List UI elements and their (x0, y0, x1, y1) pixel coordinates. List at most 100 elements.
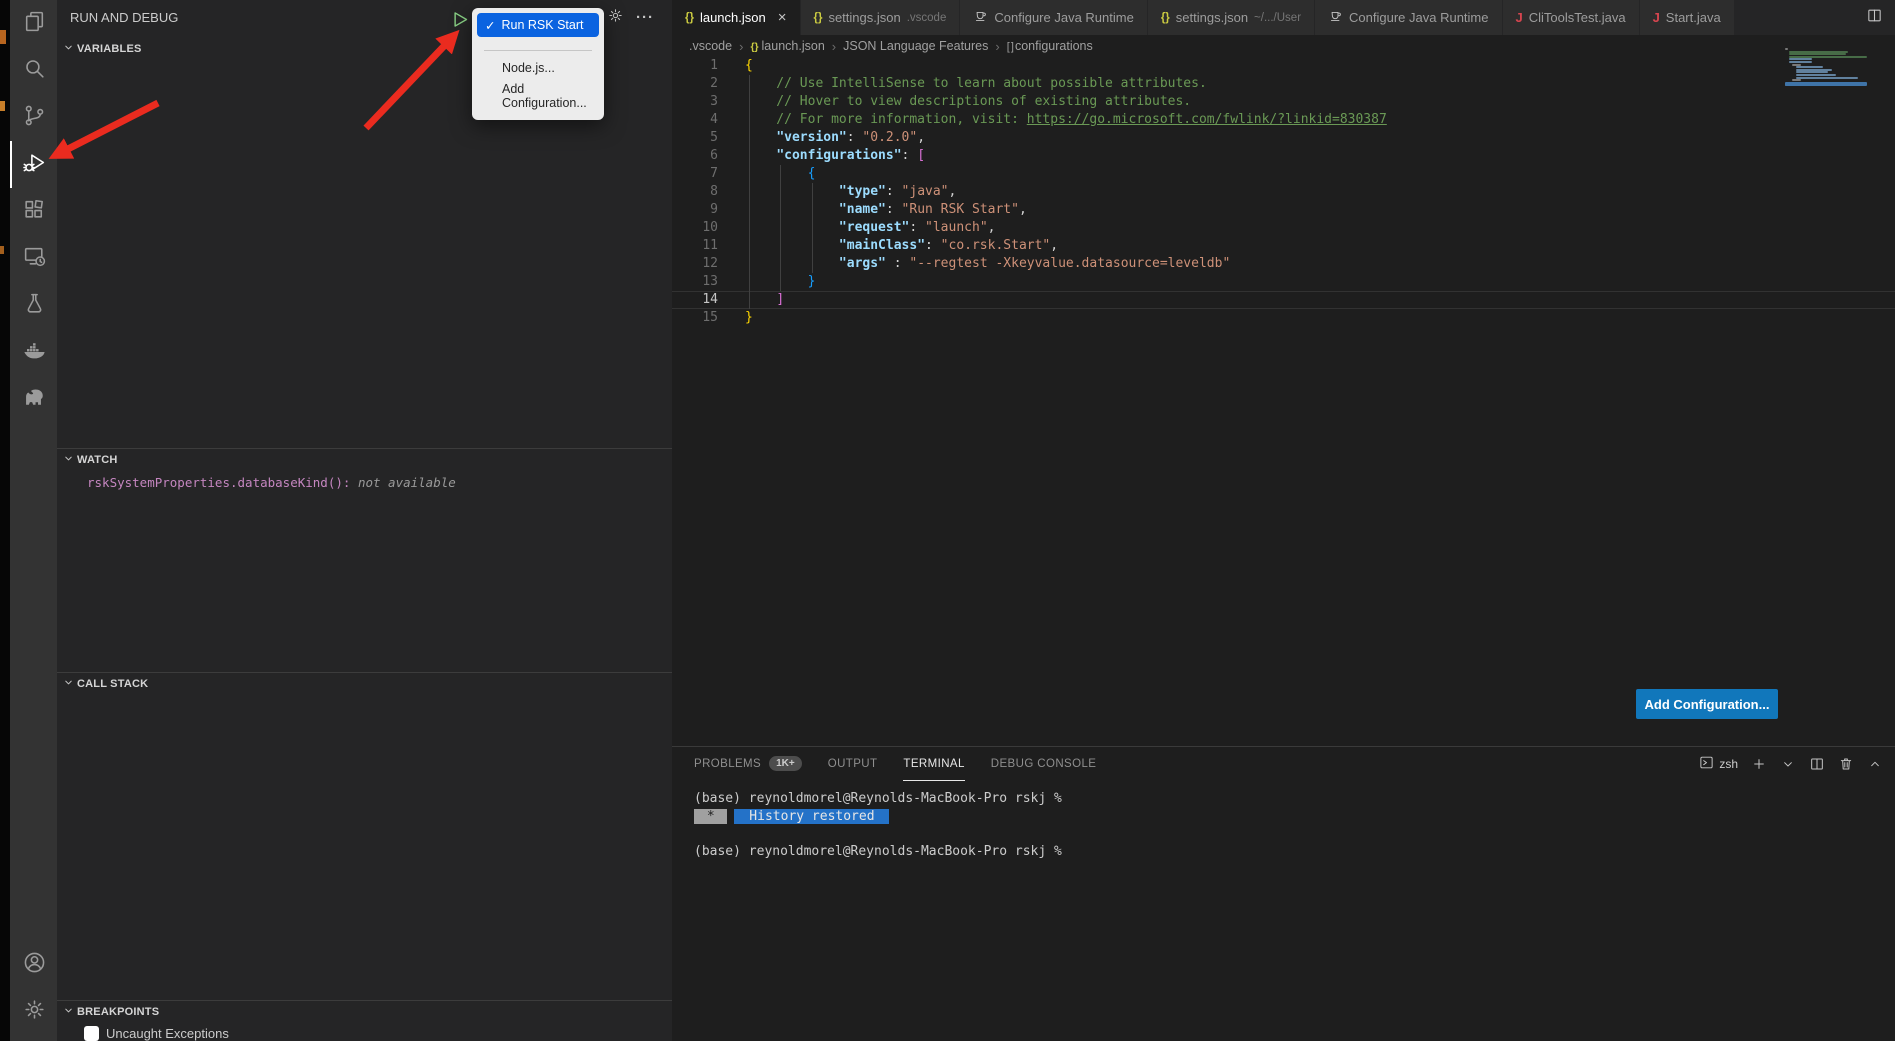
tab-label: Configure Java Runtime (1349, 10, 1488, 25)
java-file-icon: J (1516, 10, 1523, 25)
editor-actions (1866, 0, 1895, 35)
editor-tab-configure-java-runtime[interactable]: Configure Java Runtime (1315, 0, 1502, 35)
code-text: } (718, 273, 815, 291)
background-window-fragment (0, 246, 4, 254)
minimap-line (1789, 53, 1846, 55)
editor-tab-settings-json[interactable]: {}settings.json~/.../User (1148, 0, 1315, 35)
minimap[interactable] (1785, 48, 1869, 143)
shell-label: zsh (1719, 757, 1738, 771)
code-line: 4 // For more information, visit: https:… (672, 111, 1895, 129)
breakpoint-row: Uncaught Exceptions (57, 1023, 672, 1041)
activity-bar-item-extensions[interactable] (10, 188, 57, 235)
activity-bar-item-settings-gear[interactable] (10, 988, 57, 1035)
terminal-output[interactable]: (base) reynoldmorel@Reynolds-MacBook-Pro… (672, 781, 1895, 860)
minimap-current-line (1785, 82, 1867, 86)
breadcrumb-label: launch.json (762, 39, 825, 53)
chevron-down-icon (63, 451, 74, 469)
trash-icon[interactable] (1838, 756, 1854, 772)
java-runtime-icon (1328, 9, 1343, 24)
breakpoint-checkbox[interactable] (84, 1026, 99, 1041)
line-number: 14 (672, 291, 718, 309)
section-title: WATCH (77, 454, 118, 466)
add-configuration-button[interactable]: Add Configuration... (1636, 689, 1778, 719)
new-terminal-icon[interactable] (1751, 756, 1767, 772)
panel-tab-output[interactable]: OUTPUT (828, 747, 878, 781)
breadcrumb-label: .vscode (689, 39, 732, 53)
breadcrumb-item[interactable]: [ ] configurations (1007, 39, 1093, 53)
minimap-line (1785, 48, 1788, 50)
code-line: 12 "args" : "--regtest -Xkeyvalue.dataso… (672, 255, 1895, 273)
panel-tab-debug-console[interactable]: DEBUG CONSOLE (991, 747, 1097, 781)
section-header-callstack[interactable]: CALL STACK (57, 673, 672, 695)
line-number: 1 (672, 57, 718, 75)
activity-bar-item-remote-explorer[interactable] (10, 235, 57, 282)
terminal-history-badge: History restored (734, 809, 889, 824)
panel-tab-label: TERMINAL (903, 758, 964, 770)
account-icon (22, 950, 47, 980)
editor-tab-settings-json[interactable]: {}settings.json.vscode (801, 0, 961, 35)
activity-bar-item-run-debug[interactable] (10, 141, 57, 188)
chevron-down-icon (63, 1003, 74, 1021)
activity-bar-item-testing[interactable] (10, 282, 57, 329)
breadcrumb-item[interactable]: JSON Language Features (843, 39, 988, 53)
split-editor-icon[interactable] (1866, 7, 1883, 29)
activity-bar-item-gradle[interactable] (10, 376, 57, 423)
code-text: "type": "java", (718, 183, 956, 201)
line-number: 9 (672, 201, 718, 219)
debug-settings-gear-icon[interactable] (607, 7, 624, 29)
more-actions-icon[interactable]: ··· (636, 9, 654, 26)
line-number: 7 (672, 165, 718, 183)
panel-tab-problems[interactable]: PROBLEMS1K+ (694, 747, 802, 781)
section-title: BREAKPOINTS (77, 1006, 159, 1018)
editor-tab-clitoolstest-java[interactable]: J CliToolsTest.java (1503, 0, 1640, 35)
code-editor[interactable]: 1{2 // Use IntelliSense to learn about p… (672, 57, 1895, 327)
menu-item-addconfiguration[interactable]: Add Configuration... (477, 79, 599, 114)
run-debug-sidebar: RUN AND DEBUG ··· VARIABLESWATCHrskSyste… (57, 0, 672, 1041)
tab-label: Start.java (1666, 10, 1721, 25)
code-text: "name": "Run RSK Start", (718, 201, 1027, 219)
activity-bar-item-account[interactable] (10, 941, 57, 988)
indent-guide (812, 183, 813, 273)
problems-count-badge: 1K+ (769, 756, 802, 771)
line-number: 2 (672, 75, 718, 93)
menu-selected-label: Run RSK Start (501, 18, 583, 32)
files-icon (22, 9, 47, 39)
tab-label: Configure Java Runtime (994, 10, 1133, 25)
section-header-watch[interactable]: WATCH (57, 449, 672, 471)
activity-bar-item-search[interactable] (10, 47, 57, 94)
tab-label: CliToolsTest.java (1529, 10, 1626, 25)
split-terminal-icon[interactable] (1809, 756, 1825, 772)
breadcrumb-item[interactable]: .vscode (689, 39, 732, 53)
breadcrumb-item[interactable]: {} launch.json (750, 39, 824, 53)
json-file-icon: {} (1161, 12, 1170, 24)
close-icon[interactable]: × (778, 10, 787, 25)
docker-icon (22, 338, 47, 368)
watch-expression-row[interactable]: rskSystemProperties.databaseKind(): not … (57, 471, 672, 490)
line-number: 3 (672, 93, 718, 111)
chevron-up-icon[interactable] (1867, 756, 1883, 772)
chevron-down-icon[interactable] (1780, 756, 1796, 772)
terminal-line: (base) reynoldmorel@Reynolds-MacBook-Pro… (694, 843, 1895, 861)
activity-bar-item-files[interactable] (10, 0, 57, 47)
activity-bar-item-docker[interactable] (10, 329, 57, 376)
panel-tab-terminal[interactable]: TERMINAL (903, 747, 964, 781)
minimap-line (1792, 79, 1801, 81)
terminal-instance-chip[interactable]: zsh (1699, 755, 1738, 773)
section-header-breakpoints[interactable]: BREAKPOINTS (57, 1001, 672, 1023)
editor-tab-configure-java-runtime[interactable]: Configure Java Runtime (960, 0, 1147, 35)
chevron-down-icon (63, 675, 74, 693)
editor-tab-launch-json[interactable]: {}launch.json× (672, 0, 801, 35)
activity-bar-item-source-control[interactable] (10, 94, 57, 141)
start-debugging-icon[interactable] (449, 9, 470, 35)
line-number: 11 (672, 237, 718, 255)
vscode-window: RUN AND DEBUG ··· VARIABLESWATCHrskSyste… (0, 0, 1895, 1041)
settings-gear-icon (22, 997, 47, 1027)
code-line: 1{ (672, 57, 1895, 75)
menu-separator (484, 50, 592, 51)
menu-item-nodejs[interactable]: Node.js... (477, 58, 599, 79)
menu-item-selected[interactable]: ✓Run RSK Start (477, 13, 599, 37)
terminal-line: * History restored (694, 808, 1895, 826)
editor-tab-start-java[interactable]: JStart.java (1640, 0, 1735, 35)
code-text: "mainClass": "co.rsk.Start", (718, 237, 1058, 255)
testing-icon (22, 291, 47, 321)
